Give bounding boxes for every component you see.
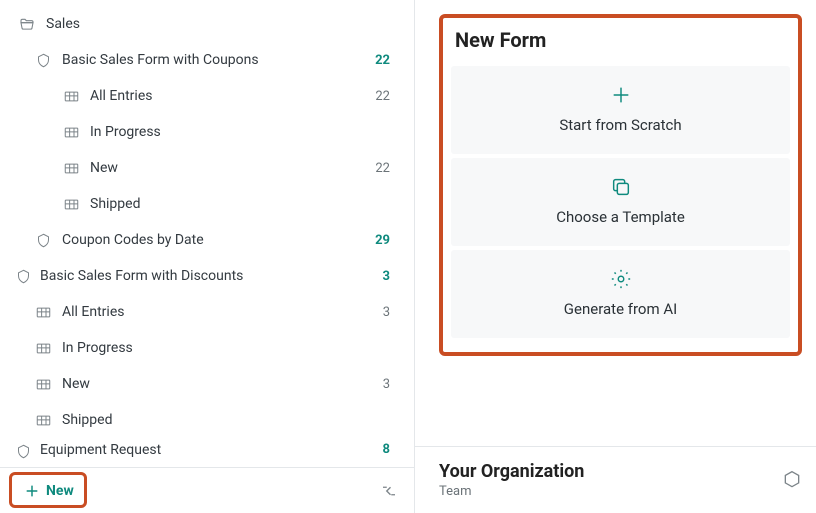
collapse-icon (380, 484, 398, 498)
sidebar-view-new-2[interactable]: New 3 (0, 366, 414, 402)
form-count: 29 (362, 233, 390, 248)
tile-choose-template[interactable]: Choose a Template (451, 158, 790, 246)
sidebar-form-discounts[interactable]: Basic Sales Form with Discounts 3 (0, 258, 414, 294)
main-panel: New Form Start from Scratch Choose a Tem… (415, 0, 816, 513)
plus-icon (610, 84, 632, 106)
sidebar-footer: New (0, 467, 414, 513)
new-form-card: New Form Start from Scratch Choose a Tem… (439, 14, 802, 356)
new-button[interactable]: New (12, 477, 86, 505)
org-title: Your Organization (439, 461, 584, 482)
view-count: 22 (362, 161, 390, 176)
org-subtitle: Team (439, 484, 584, 499)
view-count: 22 (362, 89, 390, 104)
view-label: In Progress (62, 340, 362, 356)
form-icon (14, 267, 32, 285)
sidebar-view-in-progress-2[interactable]: In Progress (0, 330, 414, 366)
hexagon-icon (782, 470, 802, 490)
form-count: 22 (362, 53, 390, 68)
view-label: Shipped (62, 412, 362, 428)
view-label: All Entries (62, 304, 362, 320)
table-icon (62, 123, 80, 141)
folder-open-icon (18, 15, 36, 33)
sidebar-view-all-entries[interactable]: All Entries 22 (0, 78, 414, 114)
form-count: 8 (362, 442, 390, 457)
table-icon (62, 87, 80, 105)
view-label: In Progress (90, 124, 362, 140)
form-label: Basic Sales Form with Discounts (40, 268, 362, 284)
table-icon (62, 195, 80, 213)
form-label: Equipment Request (40, 442, 362, 458)
view-label: New (90, 160, 362, 176)
tile-label: Generate from AI (564, 300, 677, 318)
sidebar-view-shipped-2[interactable]: Shipped (0, 402, 414, 438)
view-label: All Entries (90, 88, 362, 104)
sidebar-tree: Sales Basic Sales Form with Coupons 22 A… (0, 0, 414, 467)
table-icon (34, 411, 52, 429)
folder-label: Sales (46, 16, 390, 32)
new-form-title: New Form (451, 24, 790, 62)
form-icon (34, 51, 52, 69)
collapse-sidebar-button[interactable] (376, 480, 402, 502)
new-button-label: New (46, 483, 74, 499)
table-icon (34, 303, 52, 321)
tile-start-from-scratch[interactable]: Start from Scratch (451, 66, 790, 154)
sidebar: Sales Basic Sales Form with Coupons 22 A… (0, 0, 415, 513)
sidebar-view-all-entries-2[interactable]: All Entries 3 (0, 294, 414, 330)
form-count: 3 (362, 269, 390, 284)
plus-icon (24, 483, 40, 499)
copy-icon (610, 176, 632, 198)
form-label: Coupon Codes by Date (62, 232, 362, 248)
view-count: 3 (362, 377, 390, 392)
tile-label: Start from Scratch (559, 116, 681, 134)
org-text: Your Organization Team (439, 461, 584, 499)
main-top: New Form Start from Scratch Choose a Tem… (415, 0, 816, 446)
tile-label: Choose a Template (556, 208, 685, 226)
table-icon (34, 375, 52, 393)
sidebar-form-equipment[interactable]: Equipment Request 8 (0, 438, 414, 466)
gear-icon (610, 268, 632, 290)
form-icon (14, 442, 32, 460)
sidebar-folder-sales[interactable]: Sales (0, 6, 414, 42)
view-count: 3 (362, 305, 390, 320)
org-settings-button[interactable] (782, 470, 802, 490)
view-label: New (62, 376, 362, 392)
tile-generate-ai[interactable]: Generate from AI (451, 250, 790, 338)
sidebar-view-shipped[interactable]: Shipped (0, 186, 414, 222)
app-root: Sales Basic Sales Form with Coupons 22 A… (0, 0, 816, 513)
view-label: Shipped (90, 196, 362, 212)
sidebar-form-coupon-codes[interactable]: Coupon Codes by Date 29 (0, 222, 414, 258)
table-icon (34, 339, 52, 357)
org-section: Your Organization Team (415, 446, 816, 513)
sidebar-view-new[interactable]: New 22 (0, 150, 414, 186)
table-icon (62, 159, 80, 177)
sidebar-form-coupons[interactable]: Basic Sales Form with Coupons 22 (0, 42, 414, 78)
form-icon (34, 231, 52, 249)
form-label: Basic Sales Form with Coupons (62, 52, 362, 68)
sidebar-view-in-progress[interactable]: In Progress (0, 114, 414, 150)
